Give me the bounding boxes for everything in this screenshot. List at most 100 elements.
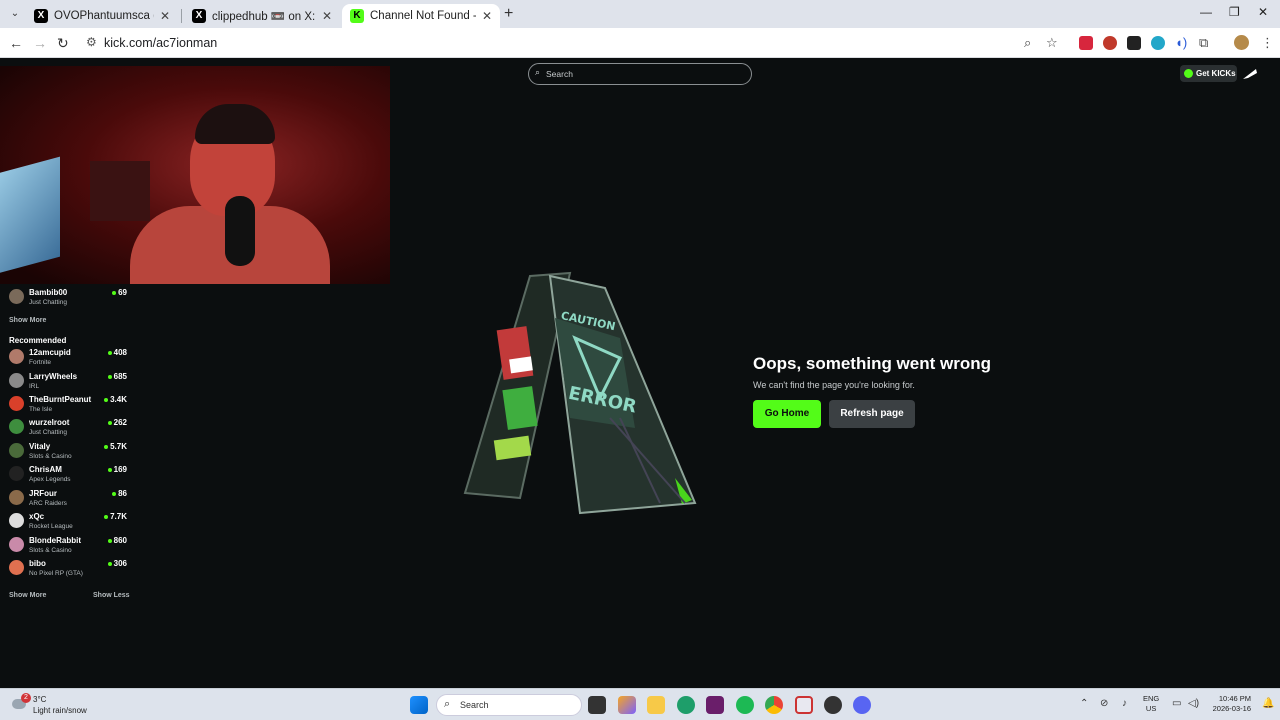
microphone-icon[interactable]: ♪ (1122, 698, 1127, 709)
app-icon-dark[interactable] (824, 696, 842, 714)
recommended-channel-item[interactable]: JRFour ARC Raiders 86 (9, 489, 129, 511)
recommended-channel-item[interactable]: LarryWheels IRL 685 (9, 372, 129, 394)
channel-category: No Pixel RP (GTA) (29, 570, 83, 577)
speaker-icon[interactable]: ◁) (1188, 698, 1199, 709)
extension-icon-1[interactable] (1079, 36, 1093, 50)
show-less-recommended-link[interactable]: Show Less (93, 592, 130, 599)
microphone (225, 196, 255, 266)
viewer-count-value: 306 (113, 559, 127, 568)
get-kicks-label: Get KICKs (1196, 69, 1236, 78)
browser-tab-3-active[interactable]: K Channel Not Found - Kick Strea ✕ (342, 4, 500, 28)
app-icon-next[interactable] (706, 696, 724, 714)
url-text[interactable]: kick.com/ac7ionman (104, 36, 217, 50)
language-indicator[interactable]: ENG US (1143, 694, 1159, 714)
channel-category: Fortnite (29, 359, 52, 366)
channel-avatar (9, 373, 24, 388)
channel-avatar (9, 396, 24, 411)
taskbar-search-placeholder: Search (460, 700, 489, 710)
extension-icon-3[interactable] (1127, 36, 1141, 50)
close-icon[interactable]: ✕ (482, 9, 492, 23)
channel-name: BlondeRabbit (29, 536, 81, 545)
recommended-channel-item[interactable]: bibo No Pixel RP (GTA) 306 (9, 559, 129, 581)
network-icon[interactable]: ⊘ (1100, 698, 1108, 709)
viewer-count: 685 (107, 372, 127, 381)
go-home-button[interactable]: Go Home (753, 400, 821, 428)
viewer-count-value: 408 (113, 348, 127, 357)
recommended-channel-item[interactable]: ChrisAM Apex Legends 169 (9, 465, 129, 487)
viewer-count-value: 860 (113, 536, 127, 545)
task-view-icon[interactable] (588, 696, 606, 714)
refresh-page-button[interactable]: Refresh page (829, 400, 915, 428)
user-menu-icon[interactable] (1240, 64, 1260, 84)
following-channel-item[interactable]: Bambib00 Just Chatting 69 (9, 288, 129, 310)
channel-category: Slots & Casino (29, 453, 72, 460)
live-dot-icon (104, 397, 109, 402)
extension-icon-4[interactable] (1151, 36, 1165, 50)
channel-category: Just Chatting (29, 299, 67, 306)
site-info-icon[interactable]: ⚙ (86, 35, 97, 49)
get-kicks-button[interactable]: Get KICKs (1180, 65, 1237, 82)
channel-name: LarryWheels (29, 372, 78, 381)
recommended-channel-item[interactable]: 12amcupid Fortnite 408 (9, 348, 129, 370)
temperature: 3°C (33, 695, 47, 704)
show-hidden-icons-chevron-icon[interactable]: ⌃ (1080, 698, 1088, 709)
channel-category: Slots & Casino (29, 547, 72, 554)
show-more-recommended-link[interactable]: Show More (9, 592, 46, 599)
channel-category: ARC Raiders (29, 500, 67, 507)
back-arrow-icon[interactable]: ← (9, 35, 23, 51)
zoom-icon[interactable]: ⌕ (1024, 35, 1031, 51)
extension-icon-2[interactable] (1103, 36, 1117, 50)
channel-avatar (9, 560, 24, 575)
audio-wave-icon[interactable]: ◖) (1175, 35, 1187, 50)
edge-icon[interactable] (677, 696, 695, 714)
notification-bell-icon[interactable]: 🔔 (1262, 698, 1274, 709)
recommended-channel-item[interactable]: TheBurntPeanut The Isle 3.4K (9, 395, 129, 417)
channel-category: Apex Legends (29, 476, 71, 483)
tab-title: clippedhub 📼 on X: "Kick stre (212, 11, 316, 23)
tab-title: OVOPhantuumsca (@Phantuum (54, 10, 154, 22)
minimize-icon[interactable]: — (1200, 5, 1212, 19)
live-dot-icon (107, 350, 112, 355)
file-explorer-icon[interactable] (647, 696, 665, 714)
error-title: Oops, something went wrong (753, 354, 991, 373)
copilot-icon[interactable] (618, 696, 636, 714)
snipping-tool-icon[interactable] (795, 696, 813, 714)
channel-avatar (9, 490, 24, 505)
address-bar[interactable]: ⚙ kick.com/ac7ionman (78, 31, 1068, 55)
menu-kebab-icon[interactable]: ⋮ (1261, 35, 1274, 51)
profile-avatar[interactable] (1234, 35, 1249, 50)
search-input[interactable]: ⌕ Search (528, 63, 752, 85)
reload-icon[interactable]: ↻ (57, 35, 69, 52)
background-monitor (0, 156, 60, 276)
browser-tab-1[interactable]: X OVOPhantuumsca (@Phantuum ✕ (26, 4, 178, 28)
recommended-channel-item[interactable]: Vitaly Slots & Casino 5.7K (9, 442, 129, 464)
discord-icon[interactable] (853, 696, 871, 714)
viewer-count-value: 5.7K (110, 442, 127, 451)
recommended-channel-item[interactable]: xQc Rocket League 7.7K (9, 512, 129, 534)
extensions-puzzle-icon[interactable]: ⧉ (1199, 35, 1208, 51)
show-more-following-link[interactable]: Show More (9, 317, 46, 324)
recommended-heading: Recommended (9, 336, 67, 345)
close-icon[interactable]: ✕ (322, 9, 332, 23)
bookmark-star-icon[interactable]: ☆ (1046, 35, 1058, 51)
new-tab-icon[interactable]: + (504, 5, 513, 23)
forward-arrow-icon[interactable]: → (33, 35, 47, 51)
close-window-icon[interactable]: ✕ (1258, 5, 1268, 19)
x-icon: X (34, 9, 48, 23)
recommended-channel-item[interactable]: BlondeRabbit Slots & Casino 860 (9, 536, 129, 558)
taskbar-clock[interactable]: 10:46 PM 2026-03-16 (1205, 694, 1251, 714)
spotify-icon[interactable] (736, 696, 754, 714)
windows-start-icon[interactable] (410, 696, 428, 714)
close-icon[interactable]: ✕ (160, 9, 170, 23)
restore-icon[interactable]: ❐ (1229, 5, 1240, 19)
live-dot-icon (112, 491, 117, 496)
recommended-channel-item[interactable]: wurzelroot Just Chatting 262 (9, 418, 129, 440)
stream-preview-video[interactable] (0, 66, 390, 284)
kick-page: Bambib00 Just Chatting 69 Show More Reco… (0, 58, 1280, 688)
browser-tab-2[interactable]: X clippedhub 📼 on X: "Kick stre ✕ (184, 4, 340, 28)
taskbar-search-input[interactable]: ⌕ Search (436, 694, 582, 716)
error-caution-sign-illustration: ERROR CAUTION (463, 271, 697, 515)
chrome-icon[interactable] (765, 696, 783, 714)
tab-search-chevron-icon[interactable]: ⌄ (7, 6, 23, 22)
display-icon[interactable]: ▭ (1172, 698, 1181, 709)
